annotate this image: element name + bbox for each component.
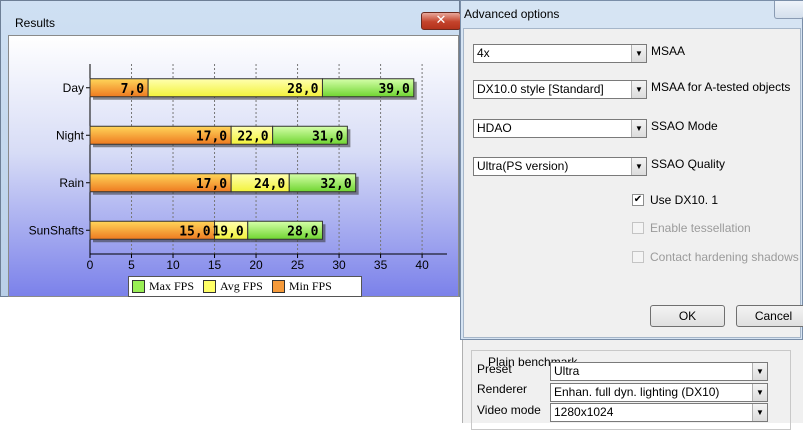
contact-hardening-checkbox[interactable] <box>632 251 644 263</box>
chevron-down-icon[interactable]: ▼ <box>631 81 646 98</box>
x-tick-label: 40 <box>415 258 429 272</box>
legend-swatch-avg <box>203 280 217 293</box>
bar-label: 17,0 <box>196 129 227 144</box>
cancel-button[interactable]: Cancel <box>736 305 803 327</box>
category-label: Night <box>56 128 85 142</box>
msaa-select[interactable]: 4x ▼ <box>473 44 647 63</box>
legend-item-avg: Avg FPS <box>203 279 263 294</box>
legend-swatch-max <box>132 280 145 293</box>
chevron-down-icon[interactable]: ▼ <box>752 384 767 401</box>
bar-label: 7,0 <box>121 82 145 97</box>
x-tick-label: 20 <box>249 258 263 272</box>
x-tick-label: 35 <box>374 258 388 272</box>
bar-label: 24,0 <box>254 177 285 192</box>
bar-label: 28,0 <box>287 224 318 239</box>
video-mode-select[interactable]: 1280x1024 ▼ <box>550 403 768 422</box>
x-tick-label: 15 <box>208 258 222 272</box>
legend-item-min: Min FPS <box>271 279 332 294</box>
enable-tessellation-checkbox[interactable] <box>632 222 644 234</box>
chart-legend: Max FPS Avg FPS Min FPS <box>128 276 362 297</box>
chevron-down-icon[interactable]: ▼ <box>752 404 767 421</box>
ssao-quality-label: SSAO Quality <box>651 157 726 171</box>
chevron-down-icon[interactable]: ▼ <box>631 120 646 137</box>
use-dx101-checkbox[interactable]: ✔ <box>632 194 644 206</box>
advanced-options-close-button[interactable] <box>774 1 803 19</box>
enable-tessellation-checkbox-row[interactable]: Enable tessellation <box>632 221 751 235</box>
results-window-title: Results <box>15 16 56 30</box>
advanced-options-dialog: Advanced options 4x ▼ MSAA DX10.0 style … <box>460 0 803 340</box>
legend-label-max: Max FPS <box>149 279 195 293</box>
legend-item-max: Max FPS <box>132 279 194 294</box>
msaa-label: MSAA <box>651 44 686 58</box>
ok-button[interactable]: OK <box>650 305 725 327</box>
plain-benchmark-group: Plain benchmark Preset Ultra ▼ Renderer … <box>471 350 791 430</box>
msaa-atested-label: MSAA for A-tested objects <box>651 80 791 94</box>
chevron-down-icon[interactable]: ▼ <box>631 158 646 175</box>
category-label: Day <box>63 81 84 95</box>
use-dx101-label: Use DX10. 1 <box>650 193 719 207</box>
ssao-mode-label: SSAO Mode <box>651 119 718 133</box>
renderer-label: Renderer <box>477 382 528 396</box>
bar-label: 22,0 <box>237 129 268 144</box>
video-mode-label: Video mode <box>477 403 541 417</box>
results-window: Results ✕ 0 5 10 15 20 25 30 35 40 Day 7,0 28,0 39,0… <box>0 0 461 297</box>
x-tick-label: 10 <box>166 258 180 272</box>
preset-select[interactable]: Ultra ▼ <box>550 362 768 381</box>
msaa-atested-select[interactable]: DX10.0 style [Standard] ▼ <box>473 80 647 99</box>
legend-swatch-min <box>271 280 285 293</box>
renderer-select[interactable]: Enhan. full dyn. lighting (DX10) ▼ <box>550 383 768 402</box>
bar-label: 32,0 <box>320 177 351 192</box>
x-tick-label: 25 <box>291 258 305 272</box>
category-label: SunShafts <box>29 223 84 237</box>
advanced-options-title: Advanced options <box>464 7 560 21</box>
preset-label: Preset <box>477 362 512 376</box>
enable-tessellation-label: Enable tessellation <box>650 221 751 235</box>
ssao-mode-select-value: HDAO <box>477 121 512 135</box>
msaa-atested-select-value: DX10.0 style [Standard] <box>477 82 604 96</box>
preset-select-value: Ultra <box>554 364 580 378</box>
use-dx101-checkbox-row[interactable]: ✔ Use DX10. 1 <box>632 193 718 207</box>
bar-label: 19,0 <box>212 224 243 239</box>
ssao-quality-select[interactable]: Ultra(PS version) ▼ <box>473 157 647 176</box>
fps-bar-chart: 0 5 10 15 20 25 30 35 40 Day 7,0 28,0 39,0 Night 17,0 2… <box>29 64 447 272</box>
legend-label-min: Min FPS <box>288 279 332 293</box>
bar-label: 17,0 <box>196 177 227 192</box>
legend-label-avg: Avg FPS <box>220 279 263 293</box>
msaa-select-value: 4x <box>477 46 490 60</box>
ssao-mode-select[interactable]: HDAO ▼ <box>473 119 647 138</box>
bar-label: 31,0 <box>312 129 343 144</box>
advanced-options-body: 4x ▼ MSAA DX10.0 style [Standard] ▼ MSAA… <box>463 28 803 338</box>
plain-benchmark-panel: Plain benchmark Preset Ultra ▼ Renderer … <box>462 340 803 430</box>
category-label: Rain <box>59 176 84 190</box>
bar-label: 28,0 <box>287 82 318 97</box>
chevron-down-icon[interactable]: ▼ <box>752 363 767 380</box>
x-tick-label: 30 <box>332 258 346 272</box>
bar-label: 39,0 <box>378 82 409 97</box>
contact-hardening-label: Contact hardening shadows <box>650 250 799 264</box>
renderer-select-value: Enhan. full dyn. lighting (DX10) <box>554 385 720 399</box>
contact-hardening-checkbox-row[interactable]: Contact hardening shadows <box>632 250 799 264</box>
video-mode-select-value: 1280x1024 <box>554 405 614 419</box>
ssao-quality-select-value: Ultra(PS version) <box>477 159 569 173</box>
chevron-down-icon[interactable]: ▼ <box>631 45 646 62</box>
results-chart: 0 5 10 15 20 25 30 35 40 Day 7,0 28,0 39,0 Night 17,0 2… <box>8 35 459 297</box>
x-tick-label: 0 <box>87 258 94 272</box>
x-tick-label: 5 <box>128 258 135 272</box>
results-close-button[interactable]: ✕ <box>421 12 461 30</box>
bar-label: 15,0 <box>179 224 210 239</box>
